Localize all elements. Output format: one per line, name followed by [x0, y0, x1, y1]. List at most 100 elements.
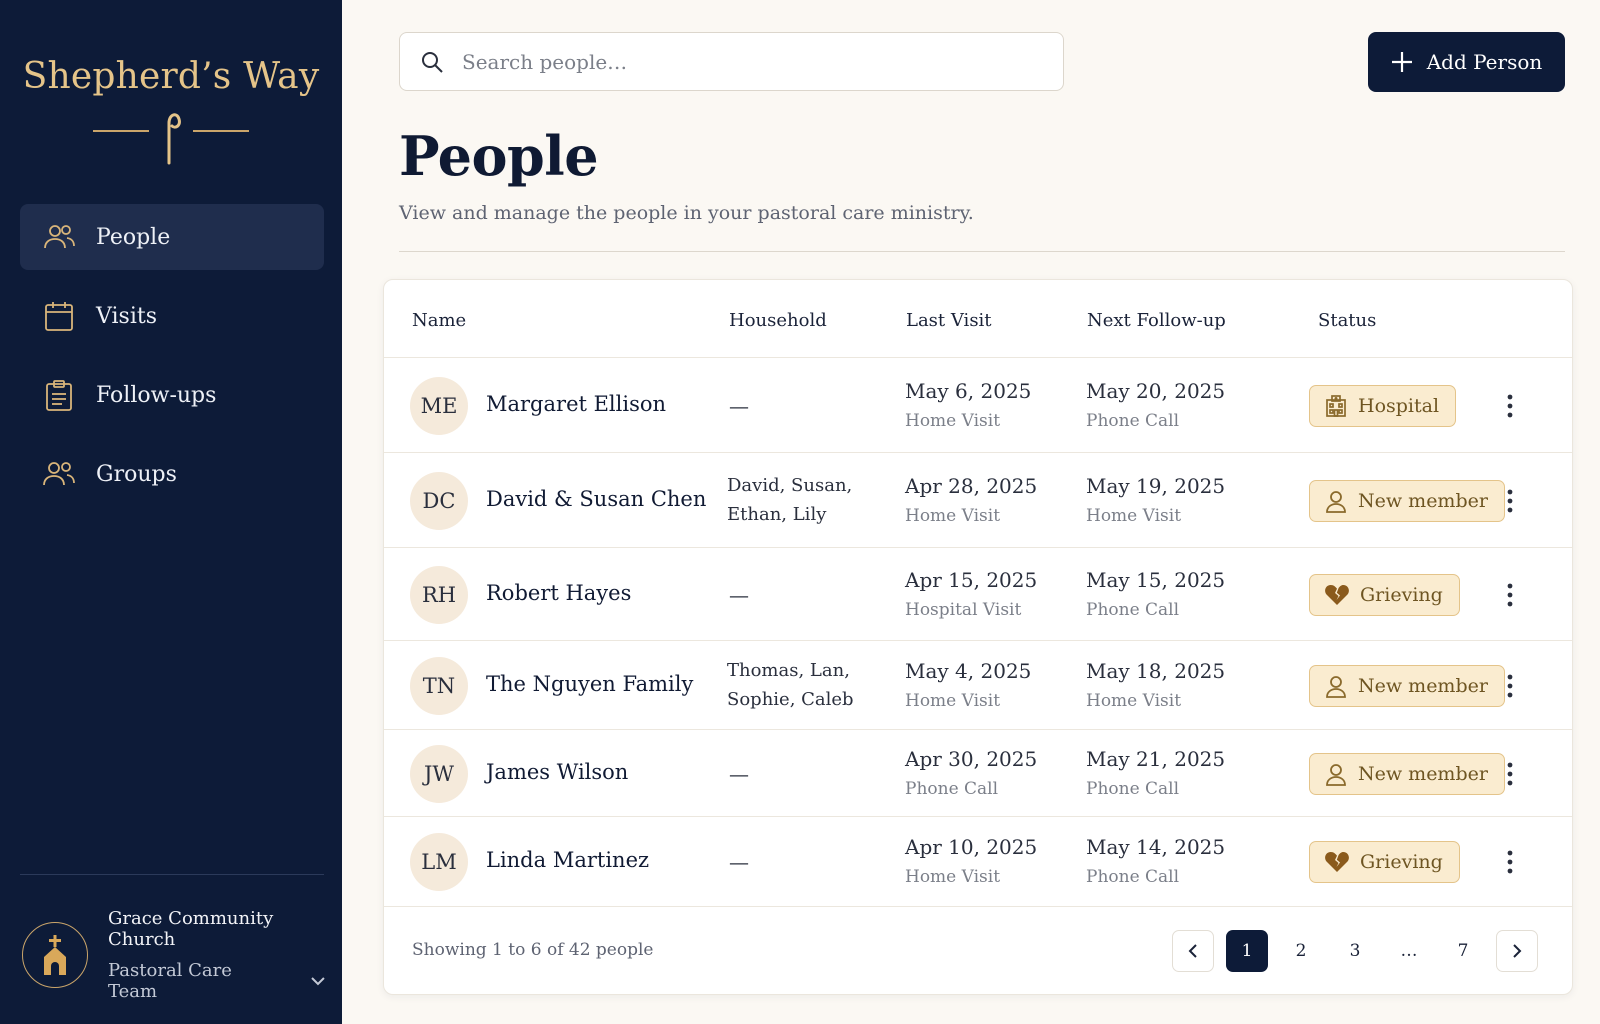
- sidebar-item-groups[interactable]: Groups: [20, 441, 324, 507]
- sidebar-item-people[interactable]: People: [20, 204, 324, 270]
- last-visit-type: Home Visit: [905, 690, 1001, 711]
- shepherd-staff-icon: [93, 113, 249, 165]
- next-follow-up-type: Home Visit: [1086, 505, 1182, 526]
- person-name[interactable]: Linda Martinez: [486, 848, 649, 872]
- broken-heart-icon: [1324, 583, 1350, 607]
- column-status[interactable]: Status: [1318, 310, 1376, 331]
- table-row[interactable]: RH Robert Hayes — Apr 15, 2025 Hospital …: [384, 548, 1572, 641]
- next-follow-up-date: May 20, 2025: [1086, 378, 1226, 403]
- row-menu-icon[interactable]: [1494, 846, 1526, 878]
- last-visit-date: Apr 10, 2025: [905, 835, 1038, 859]
- column-name[interactable]: Name: [412, 310, 466, 331]
- person-name[interactable]: Margaret Ellison: [486, 392, 666, 416]
- page-button[interactable]: 2: [1280, 930, 1322, 972]
- add-person-button[interactable]: Add Person: [1368, 32, 1565, 92]
- column-next-follow-up[interactable]: Next Follow-up: [1087, 310, 1226, 331]
- table-row[interactable]: DC David & Susan Chen David, Susan, Ethan…: [384, 453, 1572, 548]
- last-visit-date: Apr 28, 2025: [905, 473, 1038, 498]
- sidebar-item-visits[interactable]: Visits: [20, 283, 324, 349]
- org-team-label: Pastoral Care Team: [108, 960, 232, 1002]
- prev-page-button[interactable]: [1172, 930, 1214, 972]
- table-row[interactable]: LM Linda Martinez — Apr 10, 2025 Home Vi…: [384, 817, 1572, 907]
- org-name: Grace Community Church: [108, 908, 274, 950]
- avatar: RH: [410, 565, 468, 624]
- person-icon: [1324, 674, 1348, 698]
- next-follow-up-type: Phone Call: [1086, 599, 1180, 620]
- table-header: Name Household Last Visit Next Follow-up…: [384, 280, 1572, 358]
- people-icon: [42, 220, 76, 254]
- page-button[interactable]: 3: [1334, 930, 1376, 972]
- next-page-button[interactable]: [1496, 930, 1538, 972]
- person-icon: [1324, 762, 1348, 786]
- next-follow-up: May 20, 2025 Phone Call: [1086, 379, 1225, 431]
- title-divider: [399, 251, 1565, 252]
- avatar: DC: [410, 471, 468, 530]
- status-badge: Hospital: [1309, 384, 1457, 427]
- person-name[interactable]: James Wilson: [486, 760, 628, 784]
- page-button[interactable]: 1: [1226, 930, 1268, 972]
- person-name[interactable]: Robert Hayes: [486, 581, 631, 605]
- brand-title: Shepherd’s Way: [22, 56, 320, 97]
- chevron-down-icon[interactable]: [310, 976, 326, 986]
- pagination-ellipsis: …: [1400, 941, 1418, 961]
- row-menu-icon[interactable]: [1494, 579, 1526, 611]
- status-badge: New member: [1309, 664, 1505, 707]
- sidebar: Shepherd’s Way People Visits Follow-ups …: [0, 0, 342, 1024]
- sidebar-item-label: Visits: [96, 303, 157, 329]
- showing-count: Showing 1 to 6 of 42 people: [412, 940, 654, 960]
- hospital-icon: [1324, 394, 1348, 418]
- household-line: Ethan, Lily: [727, 503, 827, 525]
- page-title: People: [399, 124, 599, 188]
- sidebar-item-label: Groups: [96, 461, 177, 487]
- table-body: ME Margaret Ellison — May 6, 2025 Home V…: [384, 358, 1572, 907]
- next-follow-up-date: May 14, 2025: [1086, 835, 1226, 859]
- next-follow-up: May 18, 2025 Home Visit: [1086, 659, 1225, 711]
- table-row[interactable]: JW James Wilson — Apr 30, 2025 Phone Cal…: [384, 730, 1572, 817]
- brand: Shepherd’s Way: [0, 56, 342, 165]
- org-info: Grace Community Church Pastoral Care Tea…: [108, 908, 326, 1002]
- column-household[interactable]: Household: [729, 310, 827, 331]
- row-menu-icon[interactable]: [1494, 670, 1526, 702]
- next-follow-up: May 21, 2025 Phone Call: [1086, 747, 1225, 799]
- person-name[interactable]: The Nguyen Family: [486, 672, 693, 696]
- page-button[interactable]: 7: [1442, 930, 1484, 972]
- household-empty: —: [729, 582, 749, 607]
- row-menu-icon[interactable]: [1494, 758, 1526, 790]
- last-visit: Apr 10, 2025 Home Visit: [905, 835, 1037, 887]
- status-badge: New member: [1309, 479, 1505, 522]
- search-input[interactable]: [462, 49, 1022, 74]
- row-menu-icon[interactable]: [1494, 485, 1526, 517]
- status-badge: New member: [1309, 752, 1505, 795]
- last-visit-date: May 4, 2025: [905, 658, 1032, 683]
- sidebar-item-label: People: [96, 224, 171, 250]
- next-follow-up-date: May 18, 2025: [1086, 658, 1226, 683]
- search-icon: [422, 51, 443, 73]
- status-badge: Grieving: [1309, 841, 1460, 883]
- pagination: 1 2 3 … 7: [1160, 930, 1538, 972]
- household-empty: —: [729, 393, 749, 418]
- sidebar-nav: People Visits Follow-ups Groups: [20, 204, 324, 520]
- next-follow-up-date: May 21, 2025: [1086, 746, 1226, 771]
- org-switcher[interactable]: Grace Community Church Pastoral Care Tea…: [22, 908, 326, 1002]
- person-name[interactable]: David & Susan Chen: [486, 487, 706, 511]
- household-line: David, Susan,: [727, 474, 853, 496]
- status-label: New member: [1358, 762, 1488, 785]
- last-visit-type: Home Visit: [905, 410, 1001, 431]
- row-menu-icon[interactable]: [1494, 390, 1526, 422]
- household-empty: —: [729, 850, 749, 874]
- sidebar-divider: [20, 874, 324, 875]
- last-visit: May 4, 2025 Home Visit: [905, 659, 1031, 711]
- next-follow-up: May 14, 2025 Phone Call: [1086, 835, 1225, 887]
- next-follow-up-type: Phone Call: [1086, 867, 1180, 887]
- household-members: David, Susan, Ethan, Lily: [727, 471, 852, 529]
- column-last-visit[interactable]: Last Visit: [906, 310, 992, 331]
- table-row[interactable]: TN The Nguyen Family Thomas, Lan, Sophie,…: [384, 641, 1572, 730]
- status-label: Grieving: [1360, 583, 1443, 606]
- sidebar-item-follow-ups[interactable]: Follow-ups: [20, 362, 324, 428]
- next-follow-up-date: May 15, 2025: [1086, 567, 1226, 592]
- next-follow-up-type: Phone Call: [1086, 778, 1180, 799]
- household-members: Thomas, Lan, Sophie, Caleb: [727, 656, 854, 714]
- last-visit-date: May 6, 2025: [905, 378, 1032, 403]
- status-badge: Grieving: [1309, 573, 1460, 616]
- table-row[interactable]: ME Margaret Ellison — May 6, 2025 Home V…: [384, 358, 1572, 453]
